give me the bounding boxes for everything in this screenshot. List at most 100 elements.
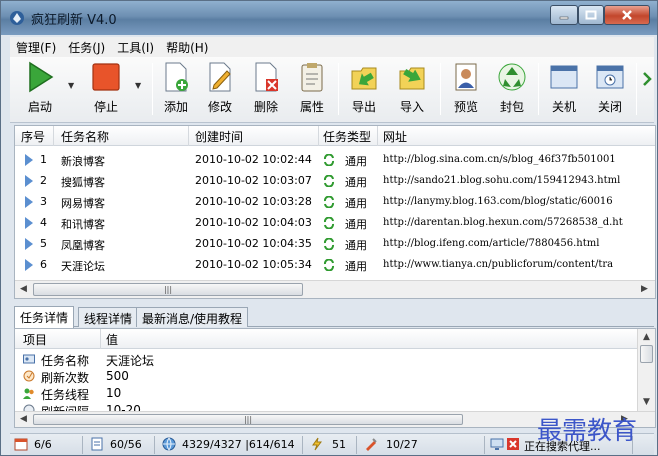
row-number: 1 bbox=[40, 153, 47, 166]
recycle-icon bbox=[498, 63, 526, 91]
row-number: 2 bbox=[40, 174, 47, 187]
start-button[interactable]: 启动 bbox=[20, 61, 60, 115]
title-bar[interactable]: 疯狂刷新 V4.0 bbox=[1, 1, 657, 35]
portrait-icon bbox=[455, 63, 477, 91]
column-divider bbox=[53, 126, 54, 146]
tab-task-details[interactable]: 任务详情 bbox=[14, 306, 75, 328]
task-table-horizontal-scrollbar[interactable]: ◀ ||| ▶ bbox=[15, 280, 655, 298]
id-card-icon bbox=[23, 354, 35, 364]
stop-dropdown-icon[interactable]: ▼ bbox=[135, 81, 141, 90]
page-icon bbox=[91, 437, 103, 451]
delete-button[interactable]: 删除 bbox=[248, 61, 284, 115]
created-time: 2010-10-02 10:04:03 bbox=[195, 216, 312, 229]
column-header-name[interactable]: 任务名称 bbox=[61, 128, 109, 145]
preview-button[interactable]: 预览 bbox=[448, 61, 484, 115]
scrollbar-thumb[interactable]: ||| bbox=[33, 414, 463, 425]
column-header-time[interactable]: 创建时间 bbox=[195, 128, 243, 145]
menu-manage[interactable]: 管理(F) bbox=[10, 39, 62, 56]
close-app-button[interactable]: 关闭 bbox=[592, 61, 628, 115]
task-name: 天涯论坛 bbox=[61, 260, 105, 273]
overflow-arrow-icon[interactable] bbox=[642, 69, 652, 93]
table-row[interactable]: 5 凤凰博客 2010-10-02 10:04:35 通用 http://blo… bbox=[15, 233, 655, 254]
start-dropdown-icon[interactable]: ▼ bbox=[68, 81, 74, 90]
refresh-icon bbox=[324, 238, 334, 250]
tab-thread-details[interactable]: 线程详情 bbox=[78, 307, 139, 327]
task-type: 通用 bbox=[345, 155, 367, 168]
column-header-item[interactable]: 项目 bbox=[23, 331, 47, 348]
table-row[interactable]: 3 网易博客 2010-10-02 10:03:28 通用 http://lan… bbox=[15, 191, 655, 212]
row-play-icon bbox=[25, 217, 33, 229]
created-time: 2010-10-02 10:04:35 bbox=[195, 237, 312, 250]
task-url: http://darentan.blog.hexun.com/57268538_… bbox=[383, 217, 623, 228]
status-separator bbox=[356, 436, 357, 454]
column-header-value[interactable]: 值 bbox=[106, 331, 118, 348]
shutdown-button[interactable]: 关机 bbox=[546, 61, 582, 115]
menu-help[interactable]: 帮助(H) bbox=[160, 39, 214, 56]
row-play-icon bbox=[25, 175, 33, 187]
scroll-left-icon[interactable]: ◀ bbox=[20, 284, 27, 294]
task-url: http://www.tianya.cn/publicforum/content… bbox=[383, 259, 614, 270]
window-title: 疯狂刷新 V4.0 bbox=[31, 13, 117, 28]
export-button[interactable]: 导出 bbox=[346, 61, 382, 115]
minimize-icon bbox=[559, 16, 569, 20]
window-screen-icon bbox=[550, 65, 578, 89]
stop-icon bbox=[92, 63, 120, 91]
table-row[interactable]: 2 搜狐博客 2010-10-02 10:03:07 通用 http://san… bbox=[15, 170, 655, 191]
page-count: 60/56 bbox=[110, 438, 142, 451]
scroll-up-icon[interactable]: ▲ bbox=[643, 332, 650, 342]
play-icon bbox=[29, 61, 54, 93]
add-document-icon bbox=[165, 62, 188, 92]
proxy-icon bbox=[366, 438, 377, 451]
row-play-icon bbox=[25, 196, 33, 208]
edit-button[interactable]: 修改 bbox=[202, 61, 238, 115]
detail-row[interactable]: 任务线程 10 bbox=[15, 385, 637, 402]
created-time: 2010-10-02 10:05:34 bbox=[195, 258, 312, 271]
scroll-left-icon[interactable]: ◀ bbox=[20, 414, 27, 424]
scrollbar-thumb[interactable] bbox=[640, 345, 653, 363]
detail-value: 天涯论坛 bbox=[106, 354, 155, 368]
row-number: 6 bbox=[40, 258, 47, 271]
table-row[interactable]: 1 新浪博客 2010-10-02 10:02:44 通用 http://blo… bbox=[15, 149, 655, 170]
scroll-down-icon[interactable]: ▼ bbox=[643, 397, 650, 407]
detail-row[interactable]: 刷新次数 500 bbox=[15, 368, 637, 385]
table-row[interactable]: 6 天涯论坛 2010-10-02 10:05:34 通用 http://www… bbox=[15, 254, 655, 275]
toolbar: 启动 ▼ 停止 ▼ 添加 修改 删除 属性 导出 导入 预览 封包 关机 关闭 bbox=[10, 57, 654, 123]
column-header-type[interactable]: 任务类型 bbox=[323, 128, 371, 145]
pack-button[interactable]: 封包 bbox=[494, 61, 530, 115]
detail-key: 任务线程 bbox=[41, 388, 90, 402]
import-button[interactable]: 导入 bbox=[394, 61, 430, 115]
task-type: 通用 bbox=[345, 260, 367, 273]
calendar-icon bbox=[14, 438, 28, 451]
task-name: 搜狐博客 bbox=[61, 176, 105, 189]
task-table: 序号 任务名称 创建时间 任务类型 网址 1 新浪博客 2010-10-02 1… bbox=[14, 125, 656, 299]
toolbar-separator bbox=[440, 63, 441, 115]
add-button[interactable]: 添加 bbox=[158, 61, 194, 115]
column-divider bbox=[377, 126, 378, 146]
toolbar-separator bbox=[538, 63, 539, 115]
column-header-no[interactable]: 序号 bbox=[21, 128, 45, 145]
task-type: 通用 bbox=[345, 218, 367, 231]
menu-task[interactable]: 任务(J) bbox=[62, 39, 111, 56]
detail-value: 10 bbox=[106, 386, 122, 400]
table-row[interactable]: 4 和讯博客 2010-10-02 10:04:03 通用 http://dar… bbox=[15, 212, 655, 233]
refresh-count-icon bbox=[23, 370, 35, 382]
maximize-button[interactable] bbox=[578, 5, 604, 25]
menu-tools[interactable]: 工具(I) bbox=[111, 39, 160, 56]
scrollbar-thumb[interactable]: ||| bbox=[33, 283, 303, 296]
column-header-url[interactable]: 网址 bbox=[383, 128, 407, 145]
detail-header: 项目 值 bbox=[15, 329, 637, 349]
row-number: 5 bbox=[40, 237, 47, 250]
detail-key: 任务名称 bbox=[41, 354, 90, 368]
task-type: 通用 bbox=[345, 197, 367, 210]
tab-news-tutorial[interactable]: 最新消息/使用教程 bbox=[136, 307, 249, 327]
stop-button[interactable]: 停止 bbox=[86, 61, 126, 115]
detail-vertical-scrollbar[interactable]: ▲ ▼ bbox=[637, 329, 655, 411]
minimize-button[interactable] bbox=[550, 5, 578, 25]
close-button[interactable] bbox=[604, 5, 650, 25]
toolbar-separator bbox=[636, 63, 637, 115]
properties-button[interactable]: 属性 bbox=[294, 61, 330, 115]
detail-row[interactable]: 任务名称 天涯论坛 bbox=[15, 351, 637, 368]
column-divider bbox=[318, 126, 319, 146]
status-separator bbox=[82, 436, 83, 454]
scroll-right-icon[interactable]: ▶ bbox=[641, 284, 648, 294]
